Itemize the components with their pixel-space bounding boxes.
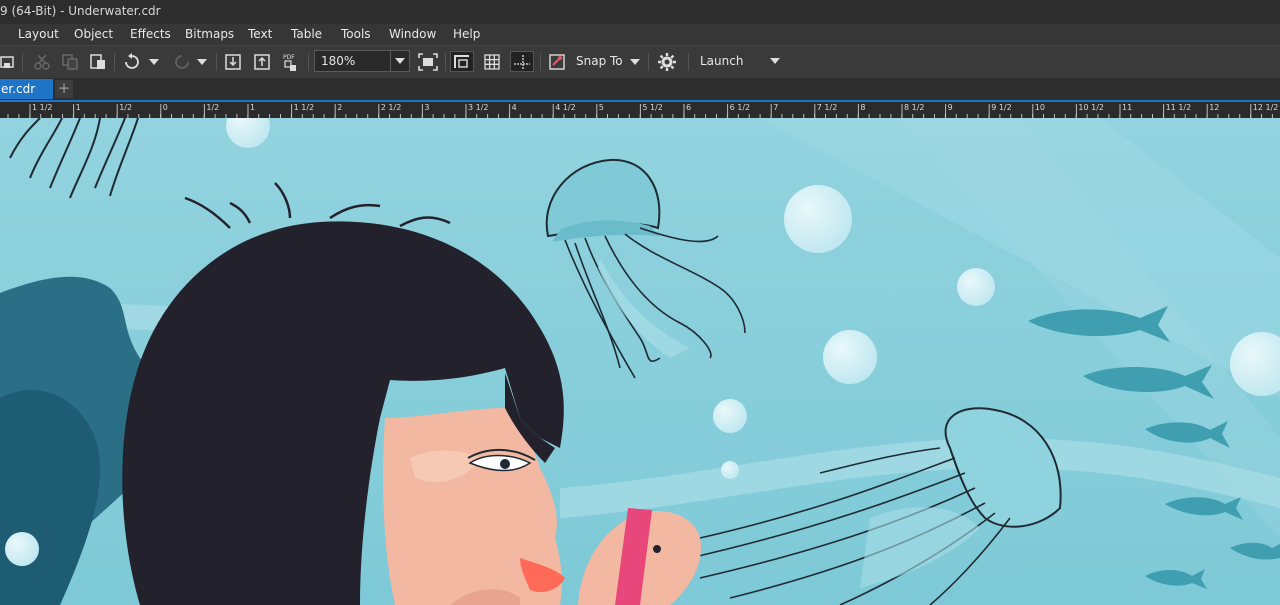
toolbar-separator <box>22 53 23 71</box>
ruler-label: 8 1/2 <box>904 103 925 112</box>
import-icon[interactable] <box>222 51 244 72</box>
cut-icon[interactable] <box>32 51 52 72</box>
window-title: 9 (64-Bit) - Underwater.cdr <box>0 4 161 18</box>
ruler-label: 10 1/2 <box>1078 103 1104 112</box>
full-screen-preview-icon[interactable] <box>417 51 439 72</box>
ruler-label: 11 <box>1122 103 1132 112</box>
zoom-level-value[interactable]: 180% <box>321 54 355 68</box>
ruler-label: 12 <box>1209 103 1219 112</box>
redo-icon[interactable] <box>170 51 194 72</box>
snap-to-dropdown-icon[interactable] <box>629 51 641 72</box>
zoom-dropdown-icon[interactable] <box>390 51 409 71</box>
show-rulers-icon[interactable] <box>450 51 474 72</box>
menu-object[interactable]: Object <box>74 27 113 41</box>
ruler-label: 12 1/2 <box>1253 103 1279 112</box>
publish-pdf-icon[interactable]: PDF <box>280 51 302 72</box>
export-icon[interactable] <box>251 51 273 72</box>
document-tab-bar: er.cdr + <box>0 78 1280 101</box>
toolbar-separator <box>308 53 309 71</box>
ruler-label: 9 1/2 <box>991 103 1012 112</box>
ruler-label: 6 1/2 <box>730 103 751 112</box>
ruler-label: 7 1/2 <box>817 103 838 112</box>
show-guidelines-icon[interactable] <box>510 51 534 72</box>
undo-dropdown-icon[interactable] <box>148 51 160 72</box>
redo-dropdown-icon[interactable] <box>196 51 208 72</box>
ruler-label: 1/2 <box>206 103 219 112</box>
ruler-label: 2 <box>337 103 342 112</box>
ruler-label: 6 <box>686 103 691 112</box>
ruler-label: 4 1/2 <box>555 103 576 112</box>
ruler-label: 4 <box>512 103 517 112</box>
svg-text:PDF: PDF <box>283 54 295 61</box>
ruler-label: 1 <box>76 103 81 112</box>
horizontal-ruler[interactable]: 1 1/2 1 1/2 0 1/2 1 1 1/2 2 2 1/2 3 3 1/2 4 4 1/2 5 5 … <box>0 100 1280 118</box>
ruler-label: 11 1/2 <box>1166 103 1192 112</box>
menu-text[interactable]: Text <box>248 27 272 41</box>
ruler-label: 2 1/2 <box>381 103 402 112</box>
toolbar-separator <box>216 53 217 71</box>
undo-icon[interactable] <box>120 51 144 72</box>
paste-icon[interactable] <box>88 51 108 72</box>
ruler-label: 5 1/2 <box>642 103 663 112</box>
ruler-label: 8 <box>860 103 865 112</box>
standard-toolbar: PDF 180% Snap To Launch <box>0 45 1280 79</box>
ruler-label: 1/2 <box>119 103 132 112</box>
launch-combo[interactable]: Launch <box>694 50 786 72</box>
snap-to-label[interactable]: Snap To <box>576 54 623 68</box>
ruler-label: 1 <box>250 103 255 112</box>
menu-table[interactable]: Table <box>291 27 322 41</box>
zoom-level-combo[interactable]: 180% <box>314 50 410 72</box>
ruler-label: 3 1/2 <box>468 103 489 112</box>
ruler-scale: 1 1/2 1 1/2 0 1/2 1 1 1/2 2 2 1/2 3 3 1/2 4 4 1/2 5 5 … <box>7 103 1279 118</box>
launch-dropdown-icon[interactable] <box>770 50 780 76</box>
ruler-label: 5 <box>599 103 604 112</box>
menu-bitmaps[interactable]: Bitmaps <box>185 27 234 41</box>
options-gear-icon[interactable] <box>654 51 680 72</box>
document-tab[interactable]: er.cdr <box>0 79 53 99</box>
toolbar-separator <box>445 53 446 71</box>
menu-effects[interactable]: Effects <box>130 27 171 41</box>
underwater-illustration <box>0 118 1280 605</box>
menu-window[interactable]: Window <box>389 27 436 41</box>
menu-bar: Layout Object Effects Bitmaps Text Table… <box>0 24 1280 45</box>
toolbar-separator <box>648 53 649 71</box>
menu-layout[interactable]: Layout <box>18 27 59 41</box>
ruler-label: 7 <box>773 103 778 112</box>
print-icon[interactable] <box>0 51 16 72</box>
menu-help[interactable]: Help <box>453 27 480 41</box>
toolbar-separator <box>688 53 689 71</box>
menu-tools[interactable]: Tools <box>341 27 371 41</box>
ruler-label: 1 1/2 <box>32 103 53 112</box>
show-grid-icon[interactable] <box>481 51 503 72</box>
ruler-label: 1 1/2 <box>294 103 315 112</box>
ruler-label: 0 <box>163 103 168 112</box>
ruler-label: 3 <box>424 103 429 112</box>
ruler-label: 9 <box>948 103 953 112</box>
drawing-canvas[interactable] <box>0 118 1280 605</box>
toolbar-separator <box>114 53 115 71</box>
launch-label[interactable]: Launch <box>700 54 743 68</box>
ruler-label: 10 <box>1035 103 1045 112</box>
toolbar-separator <box>540 53 541 71</box>
title-bar: 9 (64-Bit) - Underwater.cdr <box>0 0 1280 25</box>
alignment-guides-icon[interactable] <box>546 51 568 72</box>
add-document-tab-button[interactable]: + <box>55 80 73 98</box>
copy-icon[interactable] <box>60 51 80 72</box>
